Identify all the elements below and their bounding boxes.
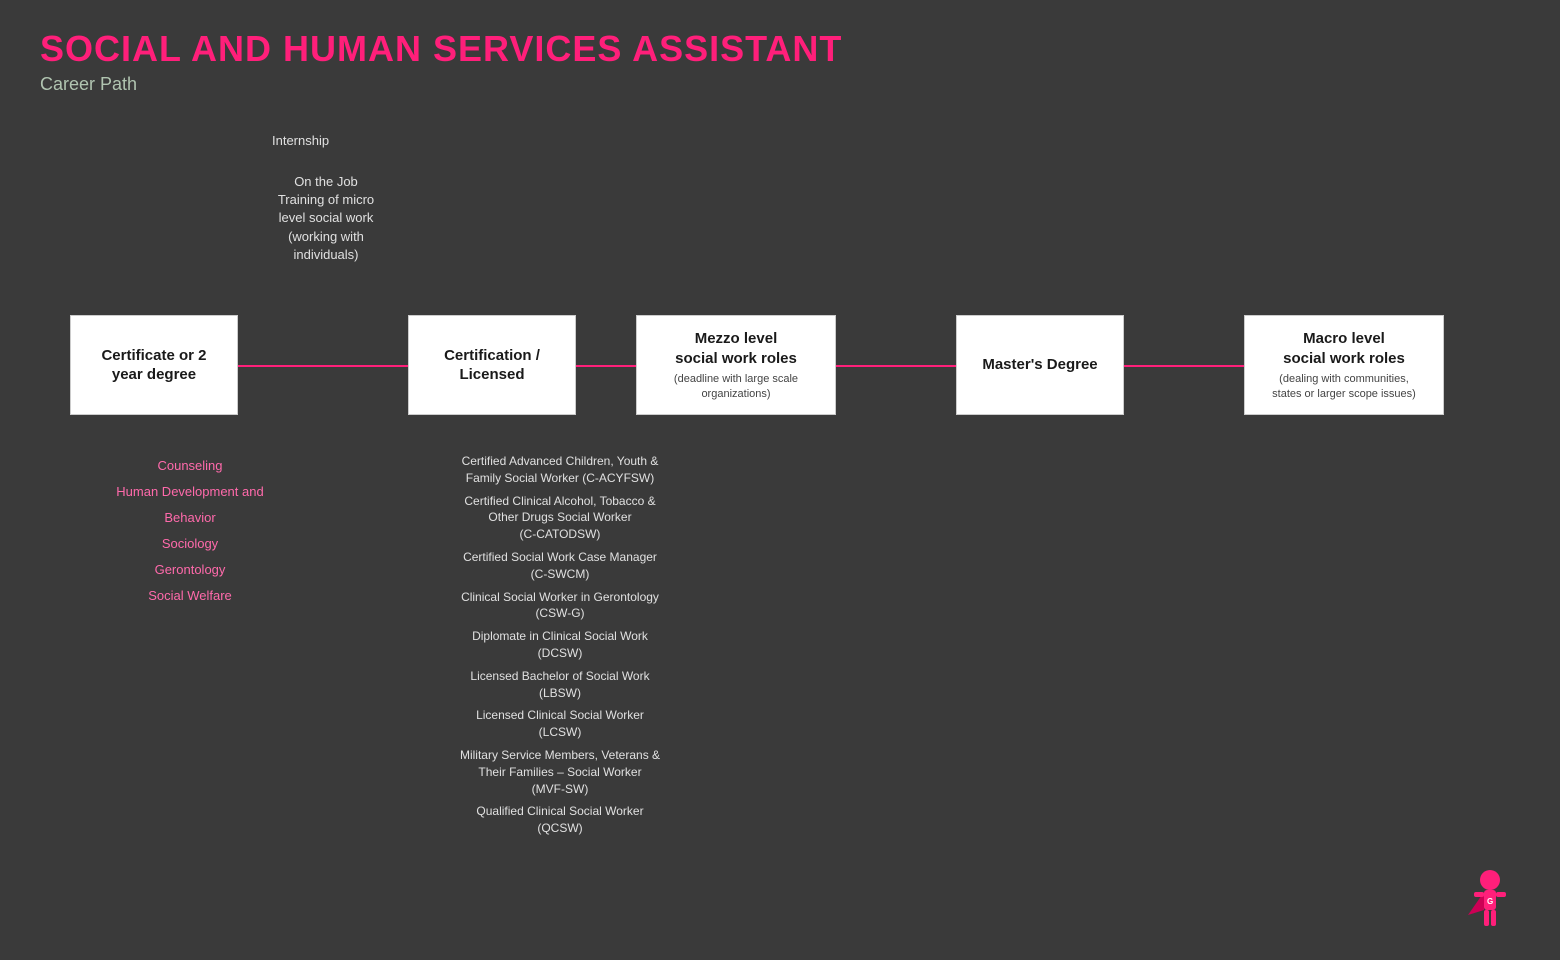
box-macro-subtitle: (dealing with communities,states or larg…: [1272, 372, 1416, 401]
list-item: Social Welfare: [70, 583, 310, 609]
list-item: Sociology: [70, 531, 310, 557]
list-item: Certified Advanced Children, Youth &Fami…: [430, 453, 690, 487]
box-macro-title: Macro levelsocial work roles: [1272, 329, 1416, 368]
label-internship: Internship: [272, 133, 329, 148]
box-mezzo: Mezzo levelsocial work roles (deadline w…: [636, 315, 836, 415]
box-certificate: Certificate or 2year degree: [70, 315, 238, 415]
mascot: G: [1440, 860, 1520, 940]
box-certificate-title: Certificate or 2year degree: [101, 346, 206, 385]
list-item: Clinical Social Worker in Gerontology(CS…: [430, 589, 690, 623]
list-item: Military Service Members, Veterans &Thei…: [430, 747, 690, 797]
boxes-row: Certificate or 2year degree Certificatio…: [40, 315, 1500, 415]
list-item: Counseling: [70, 453, 310, 479]
below-content: Counseling Human Development andBehavior…: [40, 453, 1500, 843]
box-certification-title: Certification /Licensed: [444, 346, 540, 385]
svg-text:G: G: [1487, 897, 1493, 906]
box-certification: Certification /Licensed: [408, 315, 576, 415]
list-item: Certified Clinical Alcohol, Tobacco &Oth…: [430, 493, 690, 543]
box-masters: Master's Degree: [956, 315, 1124, 415]
page-subtitle: Career Path: [40, 74, 1520, 95]
list-item: Licensed Bachelor of Social Work(LBSW): [430, 668, 690, 702]
label-ojt: On the JobTraining of microlevel social …: [246, 173, 406, 264]
header: SOCIAL AND HUMAN SERVICES ASSISTANT Care…: [0, 0, 1560, 103]
box-mezzo-title: Mezzo levelsocial work roles: [674, 329, 798, 368]
box-macro: Macro levelsocial work roles (dealing wi…: [1244, 315, 1444, 415]
list-item: Licensed Clinical Social Worker(LCSW): [430, 707, 690, 741]
certlist: Certified Advanced Children, Youth &Fami…: [430, 453, 690, 843]
list-item: Certified Social Work Case Manager(C-SWC…: [430, 549, 690, 583]
page-title: SOCIAL AND HUMAN SERVICES ASSISTANT: [40, 28, 1520, 70]
mascot-icon: G: [1440, 860, 1520, 940]
list-item: Diplomate in Clinical Social Work(DCSW): [430, 628, 690, 662]
list-item: Human Development andBehavior: [70, 479, 310, 531]
cert2-subjects: Counseling Human Development andBehavior…: [70, 453, 310, 843]
box-mezzo-subtitle: (deadline with large scaleorganizations): [674, 372, 798, 401]
list-item: Gerontology: [70, 557, 310, 583]
box-masters-title: Master's Degree: [982, 355, 1097, 375]
list-item: Qualified Clinical Social Worker(QCSW): [430, 803, 690, 837]
